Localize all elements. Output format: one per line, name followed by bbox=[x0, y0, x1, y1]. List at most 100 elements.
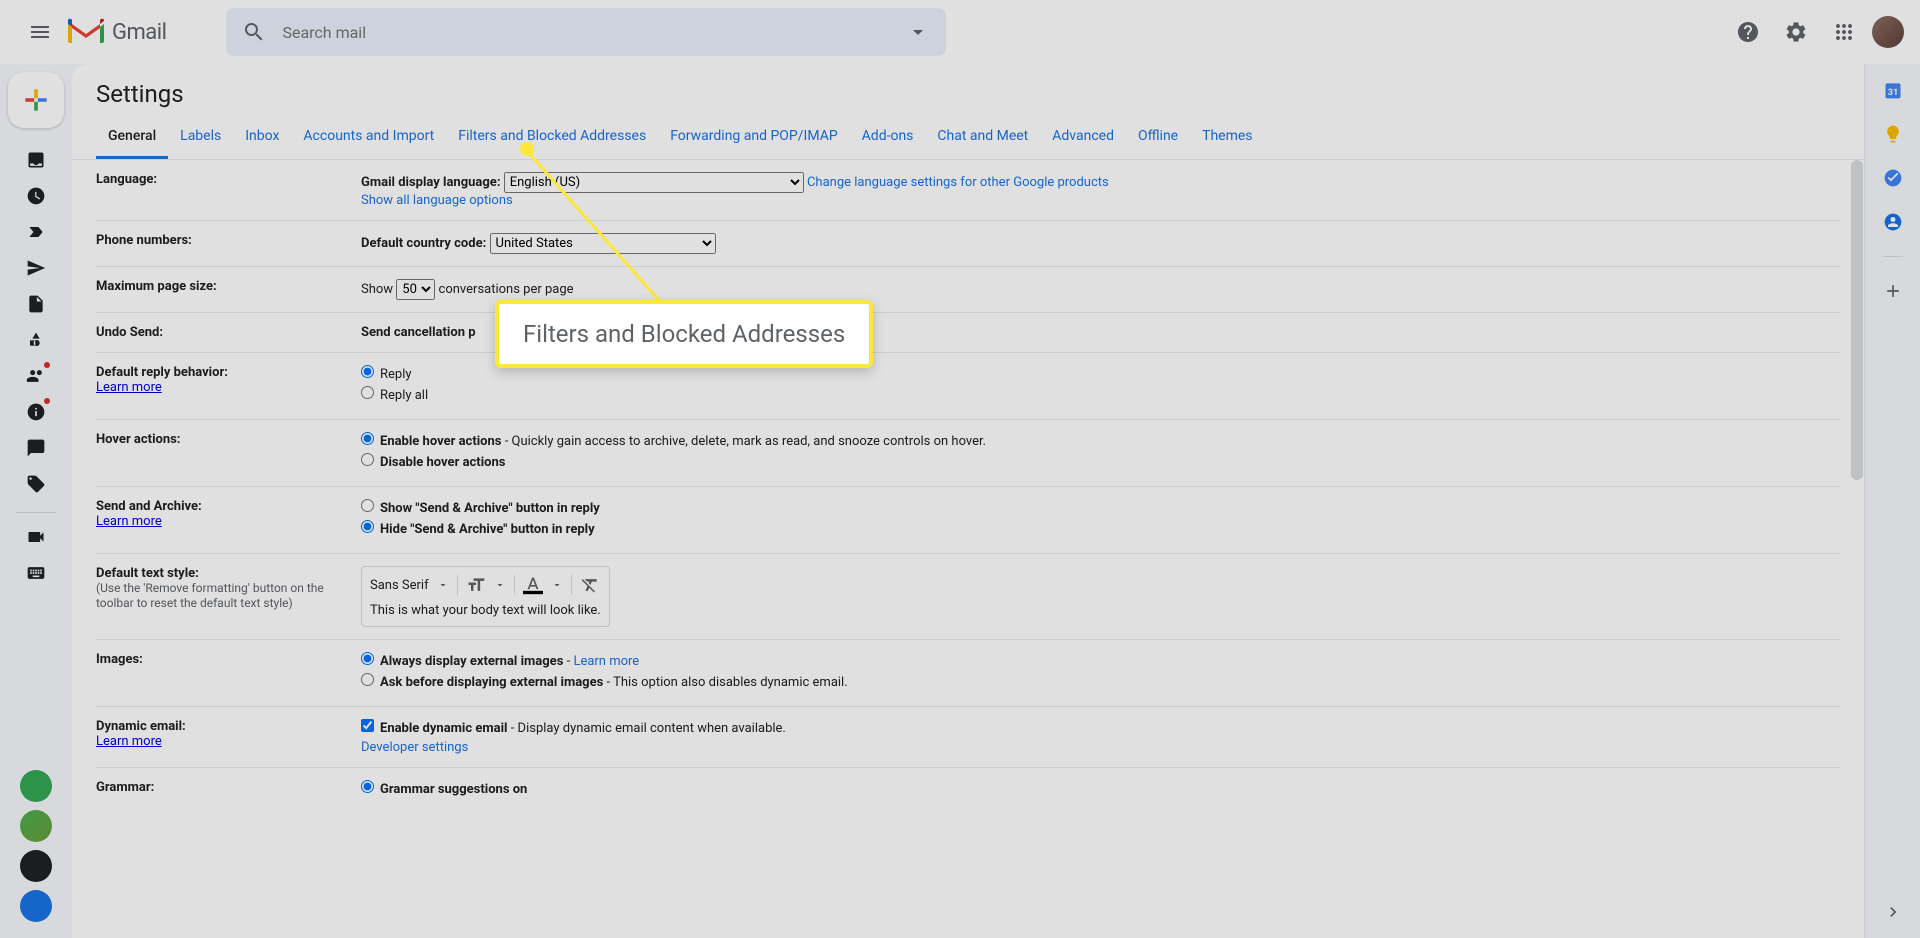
display-lang-label: Gmail display language: bbox=[361, 175, 500, 190]
label-archive: Send and Archive: bbox=[96, 499, 202, 514]
nav-sent[interactable] bbox=[20, 252, 52, 284]
page-title: Settings bbox=[72, 64, 1864, 116]
show-all-lang-link[interactable]: Show all language options bbox=[361, 193, 513, 208]
search-input[interactable] bbox=[282, 23, 906, 42]
tasks-icon[interactable] bbox=[1883, 168, 1903, 188]
callout-text: Filters and Blocked Addresses bbox=[523, 320, 845, 348]
tab-addons[interactable]: Add-ons bbox=[850, 116, 926, 159]
nav-chat[interactable] bbox=[20, 432, 52, 464]
search-bar[interactable] bbox=[226, 8, 946, 56]
style-preview: This is what your body text will look li… bbox=[370, 603, 601, 618]
calendar-icon[interactable]: 31 bbox=[1883, 80, 1903, 100]
tab-general[interactable]: General bbox=[96, 116, 168, 159]
images-opt1[interactable]: Always display external images - Learn m… bbox=[361, 652, 1840, 669]
tab-themes[interactable]: Themes bbox=[1190, 116, 1264, 159]
hangouts-section bbox=[20, 770, 52, 938]
nav-category[interactable] bbox=[20, 324, 52, 356]
callout-box: Filters and Blocked Addresses bbox=[495, 300, 873, 368]
compose-button[interactable] bbox=[8, 72, 64, 128]
row-dynamic: Dynamic email:Learn more Enable dynamic … bbox=[96, 707, 1840, 768]
hover-opt2[interactable]: Disable hover actions bbox=[361, 453, 1840, 470]
keep-icon[interactable] bbox=[1883, 124, 1903, 144]
grammar-opt1[interactable]: Grammar suggestions on bbox=[361, 780, 1840, 797]
dynamic-checkbox[interactable] bbox=[361, 719, 374, 732]
tab-chat[interactable]: Chat and Meet bbox=[925, 116, 1040, 159]
hover-radio-1[interactable] bbox=[361, 432, 374, 445]
hangout-contact-1[interactable] bbox=[20, 770, 52, 802]
reply-learn-more[interactable]: Learn more bbox=[96, 380, 162, 395]
images-learn-more[interactable]: Learn more bbox=[573, 654, 639, 669]
nav-meet-new[interactable] bbox=[20, 521, 52, 553]
tab-inbox[interactable]: Inbox bbox=[233, 116, 291, 159]
add-icon[interactable] bbox=[1883, 281, 1903, 301]
label-reply: Default reply behavior: bbox=[96, 365, 228, 380]
reply-radio-2[interactable] bbox=[361, 386, 374, 399]
callout-line bbox=[524, 148, 724, 308]
images-radio-2[interactable] bbox=[361, 673, 374, 686]
chevron-down-icon bbox=[551, 579, 563, 591]
main-area: Settings General Labels Inbox Accounts a… bbox=[0, 64, 1920, 938]
collapse-panel-icon[interactable] bbox=[1883, 902, 1903, 922]
hover-opt1[interactable]: Enable hover actions - Quickly gain acce… bbox=[361, 432, 1840, 449]
nav-divider bbox=[16, 512, 56, 513]
archive-radio-2[interactable] bbox=[361, 520, 374, 533]
tab-advanced[interactable]: Advanced bbox=[1040, 116, 1126, 159]
archive-learn-more[interactable]: Learn more bbox=[96, 514, 162, 529]
text-style-toolbar: Sans Serif This is what your body text w bbox=[361, 566, 610, 627]
dynamic-learn-more[interactable]: Learn more bbox=[96, 734, 162, 749]
label-images: Images: bbox=[96, 652, 361, 694]
nav-contacts[interactable] bbox=[20, 360, 52, 392]
hangout-contact-3[interactable] bbox=[20, 850, 52, 882]
nav-meet-join[interactable] bbox=[20, 557, 52, 589]
change-language-link[interactable]: Change language settings for other Googl… bbox=[807, 175, 1109, 190]
pagesize-select[interactable]: 50 bbox=[396, 279, 435, 300]
info-icon bbox=[26, 402, 46, 422]
country-code-label: Default country code: bbox=[361, 236, 486, 251]
developer-settings-link[interactable]: Developer settings bbox=[361, 740, 468, 755]
support-button[interactable] bbox=[1728, 12, 1768, 52]
important-icon bbox=[26, 222, 46, 242]
nav-inbox[interactable] bbox=[20, 144, 52, 176]
font-select[interactable]: Sans Serif bbox=[370, 578, 429, 593]
clear-format-icon[interactable] bbox=[580, 575, 600, 595]
archive-opt2[interactable]: Hide "Send & Archive" button in reply bbox=[361, 520, 1840, 537]
reply-opt2[interactable]: Reply all bbox=[361, 386, 1840, 403]
nav-info[interactable] bbox=[20, 396, 52, 428]
hangout-contact-4[interactable] bbox=[20, 890, 52, 922]
tab-offline[interactable]: Offline bbox=[1126, 116, 1190, 159]
images-radio-1[interactable] bbox=[361, 652, 374, 665]
text-color-icon[interactable] bbox=[523, 575, 543, 595]
hangout-contact-2[interactable] bbox=[20, 810, 52, 842]
nav-snoozed[interactable] bbox=[20, 180, 52, 212]
chevron-down-icon bbox=[494, 579, 506, 591]
header-right bbox=[1728, 12, 1904, 52]
nav-important[interactable] bbox=[20, 216, 52, 248]
nav-drafts[interactable] bbox=[20, 288, 52, 320]
search-options-icon[interactable] bbox=[906, 20, 930, 44]
label-pagesize: Maximum page size: bbox=[96, 279, 361, 300]
main-menu-button[interactable] bbox=[16, 8, 64, 56]
scrollbar[interactable] bbox=[1851, 160, 1863, 480]
archive-opt1[interactable]: Show "Send & Archive" button in reply bbox=[361, 499, 1840, 516]
dynamic-opt1[interactable]: Enable dynamic email - Display dynamic e… bbox=[361, 719, 1840, 736]
text-size-icon[interactable] bbox=[466, 575, 486, 595]
settings-button[interactable] bbox=[1776, 12, 1816, 52]
nav-tag[interactable] bbox=[20, 468, 52, 500]
archive-radio-1[interactable] bbox=[361, 499, 374, 512]
label-undo: Undo Send: bbox=[96, 325, 361, 340]
tab-labels[interactable]: Labels bbox=[168, 116, 233, 159]
reply-radio-1[interactable] bbox=[361, 365, 374, 378]
app-header: Gmail bbox=[0, 0, 1920, 64]
account-avatar[interactable] bbox=[1872, 16, 1904, 48]
row-reply: Default reply behavior:Learn more Reply … bbox=[96, 353, 1840, 420]
gmail-logo[interactable]: Gmail bbox=[68, 18, 166, 46]
contacts-icon[interactable] bbox=[1883, 212, 1903, 232]
gmail-logo-text: Gmail bbox=[112, 20, 166, 45]
settings-body[interactable]: Language: Gmail display language: Englis… bbox=[72, 160, 1864, 938]
images-opt2[interactable]: Ask before displaying external images - … bbox=[361, 673, 1840, 690]
video-icon bbox=[26, 527, 46, 547]
apps-button[interactable] bbox=[1824, 12, 1864, 52]
tab-accounts[interactable]: Accounts and Import bbox=[291, 116, 446, 159]
hover-radio-2[interactable] bbox=[361, 453, 374, 466]
grammar-radio-1[interactable] bbox=[361, 780, 374, 793]
